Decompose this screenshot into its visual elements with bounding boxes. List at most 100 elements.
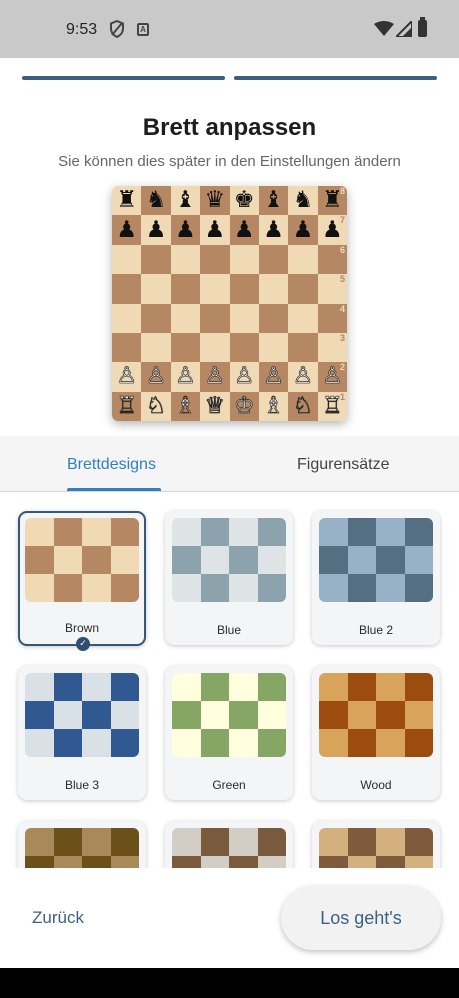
chess-piece: ♕ — [204, 392, 226, 419]
theme-card[interactable]: Blue — [165, 511, 293, 645]
board-square: 6 — [317, 244, 347, 275]
theme-card[interactable] — [165, 821, 293, 868]
board-square — [112, 332, 142, 363]
theme-preview-square — [229, 701, 258, 729]
theme-preview — [172, 673, 286, 757]
accessibility-icon: A — [137, 23, 149, 36]
theme-preview-square — [200, 574, 229, 602]
theme-preview-square — [319, 828, 348, 856]
theme-preview-square — [404, 673, 433, 701]
chess-piece: ♞ — [145, 187, 167, 214]
page-subtitle: Sie können dies später in den Einstellun… — [58, 153, 401, 170]
board-square: ♙ — [258, 362, 289, 392]
board-square — [288, 332, 318, 363]
theme-preview-square — [110, 518, 139, 546]
shield-icon — [110, 20, 124, 38]
tab-board-designs[interactable]: Brettdesigns — [67, 456, 156, 474]
board-square: ♙ — [141, 362, 171, 392]
board-square: ♟ — [258, 215, 289, 245]
theme-card[interactable]: Brown ✓ — [18, 511, 146, 651]
selected-check-icon: ✓ — [76, 637, 90, 651]
rank-label: 1 — [339, 391, 345, 402]
rank-label: 7 — [339, 215, 345, 226]
theme-card[interactable]: Green — [165, 666, 293, 800]
board-square — [141, 244, 171, 275]
theme-preview-square — [200, 546, 229, 574]
screen: 9:53 A Brett anpassen Sie können dies sp… — [0, 0, 459, 998]
theme-preview-square — [376, 673, 405, 701]
board-square — [258, 332, 289, 363]
rank-label: 3 — [339, 332, 345, 343]
theme-preview-square — [229, 518, 258, 546]
board-square: ♜ 8 — [317, 186, 347, 216]
board-square: ♔ — [229, 391, 259, 421]
theme-preview-square — [25, 546, 54, 574]
chess-piece: ♟ — [116, 216, 137, 243]
theme-preview — [25, 828, 139, 868]
board-square: ♘ — [288, 391, 318, 421]
theme-card[interactable]: Blue 2 — [312, 511, 440, 645]
start-button[interactable]: Los geht's — [281, 886, 441, 950]
rank-label: 5 — [339, 274, 345, 285]
theme-preview-square — [257, 673, 286, 701]
theme-preview-square — [200, 673, 229, 701]
chess-piece: ♛ — [204, 187, 226, 214]
board-square — [200, 274, 230, 304]
theme-label: Green — [212, 778, 246, 792]
theme-card[interactable] — [312, 821, 440, 868]
board-square: ♟ 7 — [317, 215, 347, 245]
chess-piece: ♘ — [292, 392, 314, 419]
theme-preview-square — [229, 729, 258, 757]
theme-preview-square — [347, 828, 376, 856]
theme-preview-square — [257, 574, 286, 602]
theme-preview-square — [53, 701, 82, 729]
theme-preview-square — [404, 546, 433, 574]
board-square: 3 — [317, 332, 347, 363]
theme-preview-square — [53, 574, 82, 602]
chess-piece: ♜ — [116, 187, 137, 214]
tab-piece-sets[interactable]: Figurensätze — [297, 456, 390, 474]
theme-preview-square — [82, 546, 111, 574]
theme-preview-square — [257, 729, 286, 757]
theme-preview-square — [200, 701, 229, 729]
theme-preview-square — [172, 574, 201, 602]
theme-preview-square — [347, 574, 376, 602]
navigation-bar — [0, 968, 459, 998]
theme-preview — [319, 828, 433, 868]
theme-card[interactable]: Blue 3 — [18, 666, 146, 800]
board-square — [258, 244, 289, 275]
theme-preview-square — [257, 546, 286, 574]
theme-label: Brown — [64, 621, 99, 635]
theme-preview-square — [404, 729, 433, 757]
theme-preview-square — [347, 856, 376, 868]
theme-preview-square — [82, 828, 111, 856]
theme-preview-square — [229, 673, 258, 701]
signal-icon — [396, 21, 412, 37]
theme-preview-square — [53, 856, 82, 868]
board-square: ♙ — [200, 362, 230, 392]
theme-preview-square — [404, 574, 433, 602]
back-button[interactable]: Zurück — [32, 908, 84, 928]
theme-card[interactable] — [18, 821, 146, 868]
rank-label: 2 — [339, 362, 345, 373]
theme-preview-square — [376, 574, 405, 602]
theme-preview-square — [319, 518, 348, 546]
board-square: ♞ — [288, 186, 318, 216]
theme-preview-square — [82, 518, 111, 546]
theme-preview-square — [110, 828, 139, 856]
theme-preview-square — [347, 518, 376, 546]
theme-card[interactable]: Wood — [312, 666, 440, 800]
board-square: ♟ — [288, 215, 318, 245]
theme-preview-square — [172, 856, 201, 868]
board-square: ♙ — [170, 362, 201, 392]
theme-preview — [319, 673, 433, 757]
theme-preview-square — [82, 856, 111, 868]
theme-preview-square — [172, 701, 201, 729]
board-square: ♟ — [112, 215, 142, 245]
theme-preview-square — [376, 729, 405, 757]
theme-preview-square — [404, 518, 433, 546]
theme-preview — [172, 828, 286, 868]
board-square: ♟ — [170, 215, 201, 245]
theme-preview-square — [200, 828, 229, 856]
board-square: ♟ — [229, 215, 259, 245]
